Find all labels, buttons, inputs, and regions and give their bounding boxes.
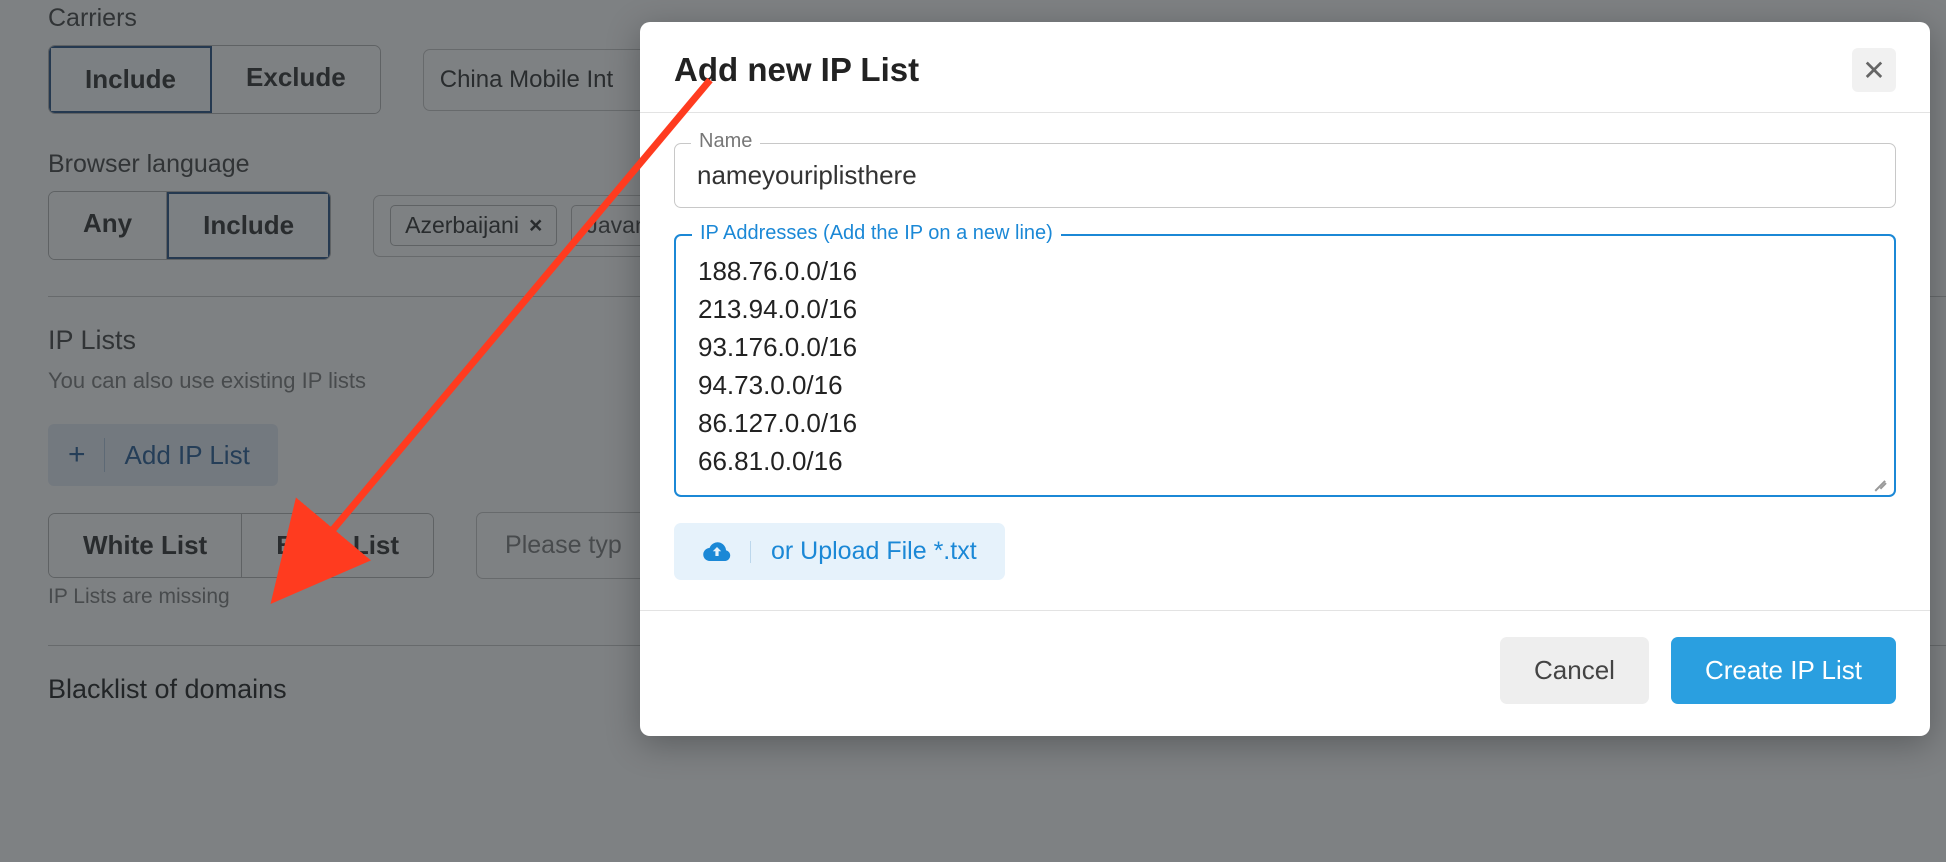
name-field-label: Name — [691, 130, 760, 153]
modal-header: Add new IP List ✕ — [640, 22, 1930, 113]
ip-addresses-field[interactable]: IP Addresses (Add the IP on a new line) — [674, 234, 1896, 497]
add-ip-list-modal: Add new IP List ✕ Name IP Addresses (Add… — [640, 22, 1930, 736]
upload-file-label: or Upload File *.txt — [771, 537, 977, 566]
close-button[interactable]: ✕ — [1852, 48, 1896, 92]
cancel-button[interactable]: Cancel — [1500, 637, 1649, 704]
close-icon: ✕ — [1862, 54, 1885, 87]
ip-addresses-textarea[interactable] — [698, 252, 1872, 480]
resize-handle-icon[interactable] — [1870, 471, 1888, 489]
name-field[interactable]: Name — [674, 143, 1896, 208]
ip-addresses-label: IP Addresses (Add the IP on a new line) — [692, 222, 1061, 245]
modal-body: Name IP Addresses (Add the IP on a new l… — [640, 113, 1930, 610]
upload-file-button[interactable]: or Upload File *.txt — [674, 523, 1005, 580]
name-input[interactable] — [697, 160, 1873, 191]
create-ip-list-button[interactable]: Create IP List — [1671, 637, 1896, 704]
modal-footer: Cancel Create IP List — [640, 610, 1930, 736]
modal-title: Add new IP List — [674, 51, 919, 89]
cloud-upload-icon — [702, 541, 751, 563]
